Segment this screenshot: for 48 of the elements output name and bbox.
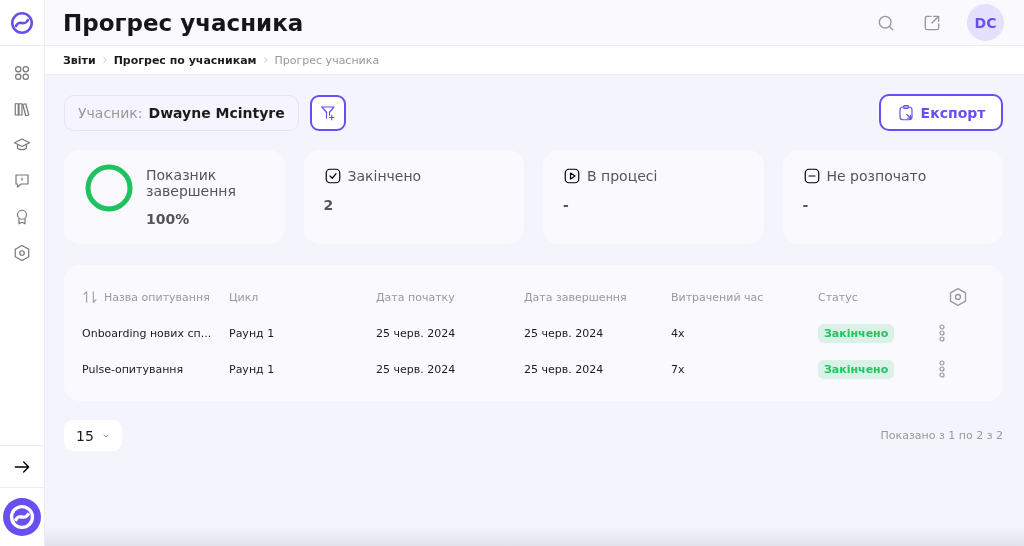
table-cell-text: Раунд 1 [229,362,276,376]
grid-icon [13,64,31,82]
table-cell-text: Onboarding нових сп... [82,326,213,340]
minus-icon [802,167,821,185]
stat-label: В процесі [587,168,658,184]
kebab-icon [939,324,945,342]
breadcrumb-link[interactable]: Прогрес по учасникам [113,53,257,67]
page-size-select[interactable]: 15 [64,420,122,451]
table-cell-text: 7х [671,362,686,376]
stat-value: - [563,197,570,213]
page-title: Прогрес учасника [63,9,305,36]
column-header[interactable]: Витрачений час [671,290,764,304]
table-cell-text: 4х [671,326,686,340]
filter-button[interactable] [309,94,346,131]
column-header[interactable]: Назва опитування [104,290,210,304]
table-cell-text: 25 черв. 2024 [524,326,605,340]
status-badge: Закінчено [818,323,895,343]
play-icon [563,167,581,185]
speech-bubble-icon [13,172,31,190]
status-badge: Закінчено [818,359,895,379]
books-icon [13,100,31,118]
stat-label: Закінчено [347,168,422,184]
column-header[interactable]: Дата початку [376,290,455,304]
table-cell-text: Раунд 1 [229,326,276,340]
stat-value: 2 [323,197,335,213]
table-cell-text: 25 черв. 2024 [524,362,605,376]
column-header[interactable]: Цикл [229,290,259,304]
stat-value: 100% [146,211,191,227]
table-cell-text: Pulse-опитування [82,362,185,376]
export-button[interactable]: Експорт [879,94,1003,131]
stat-label: Показник завершення [146,167,237,199]
checkbox-icon [323,167,342,185]
pagination-summary: Показано з 1 по 2 з 2 [880,429,1003,442]
column-header[interactable]: Дата завершення [524,290,627,304]
table-cell-text: 25 черв. 2024 [376,326,457,340]
user-avatar[interactable]: DC [967,4,1004,41]
participant-name: Dwayne Mcintyre [148,104,285,121]
breadcrumb-link[interactable]: Звіти [63,53,96,67]
participant-label: Учасник: [78,104,143,121]
settings-icon [13,244,31,262]
stat-value: - [802,197,810,213]
column-header[interactable]: Статус [818,290,858,304]
stat-label: Не розпочато [826,168,927,184]
sort-icon [82,289,98,305]
participant-selector[interactable]: Учасник: Dwayne Mcintyre [64,94,299,131]
table-cell-text: 25 черв. 2024 [376,362,457,376]
settings-icon [948,287,968,307]
kebab-icon [939,360,945,378]
